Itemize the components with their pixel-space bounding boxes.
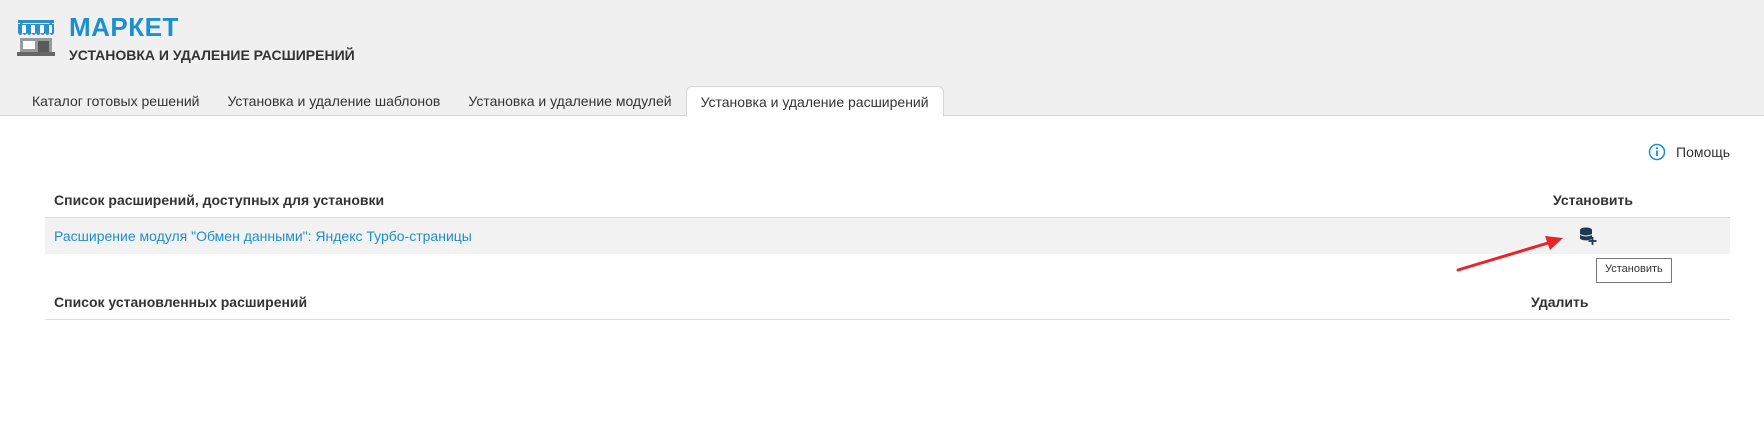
install-column-header: Установить: [1553, 192, 1633, 208]
install-tooltip: Установить: [1596, 258, 1672, 283]
available-extensions-title: Список расширений, доступных для установ…: [54, 192, 385, 208]
tab-extensions[interactable]: Установка и удаление расширений: [685, 86, 944, 117]
delete-column-header: Удалить: [1531, 294, 1589, 310]
market-stall-icon: [17, 20, 55, 56]
tab-catalog[interactable]: Каталог готовых решений: [18, 86, 213, 116]
info-icon: [1648, 143, 1666, 161]
database-add-icon[interactable]: [1578, 226, 1598, 246]
tab-templates[interactable]: Установка и удаление шаблонов: [213, 86, 454, 116]
installed-extensions-title: Список установленных расширений: [54, 294, 308, 310]
available-extensions-header: Список расширений, доступных для установ…: [45, 184, 1730, 218]
page-subtitle: УСТАНОВКА И УДАЛЕНИЕ РАСШИРЕНИЙ: [69, 47, 355, 63]
tab-bar: Каталог готовых решений Установка и удал…: [18, 86, 944, 117]
table-row: Расширение модуля "Обмен данными": Яндек…: [45, 218, 1730, 254]
tab-modules[interactable]: Установка и удаление модулей: [454, 86, 685, 116]
page-header: МАРКЕТ УСТАНОВКА И УДАЛЕНИЕ РАСШИРЕНИЙ К…: [0, 0, 1764, 117]
app-title: МАРКЕТ: [69, 12, 179, 42]
extension-link[interactable]: Расширение модуля "Обмен данными": Яндек…: [54, 228, 472, 244]
help-link[interactable]: Помощь: [1648, 143, 1730, 161]
help-label: Помощь: [1676, 144, 1731, 160]
installed-extensions-header: Список установленных расширений Удалить: [45, 286, 1730, 320]
